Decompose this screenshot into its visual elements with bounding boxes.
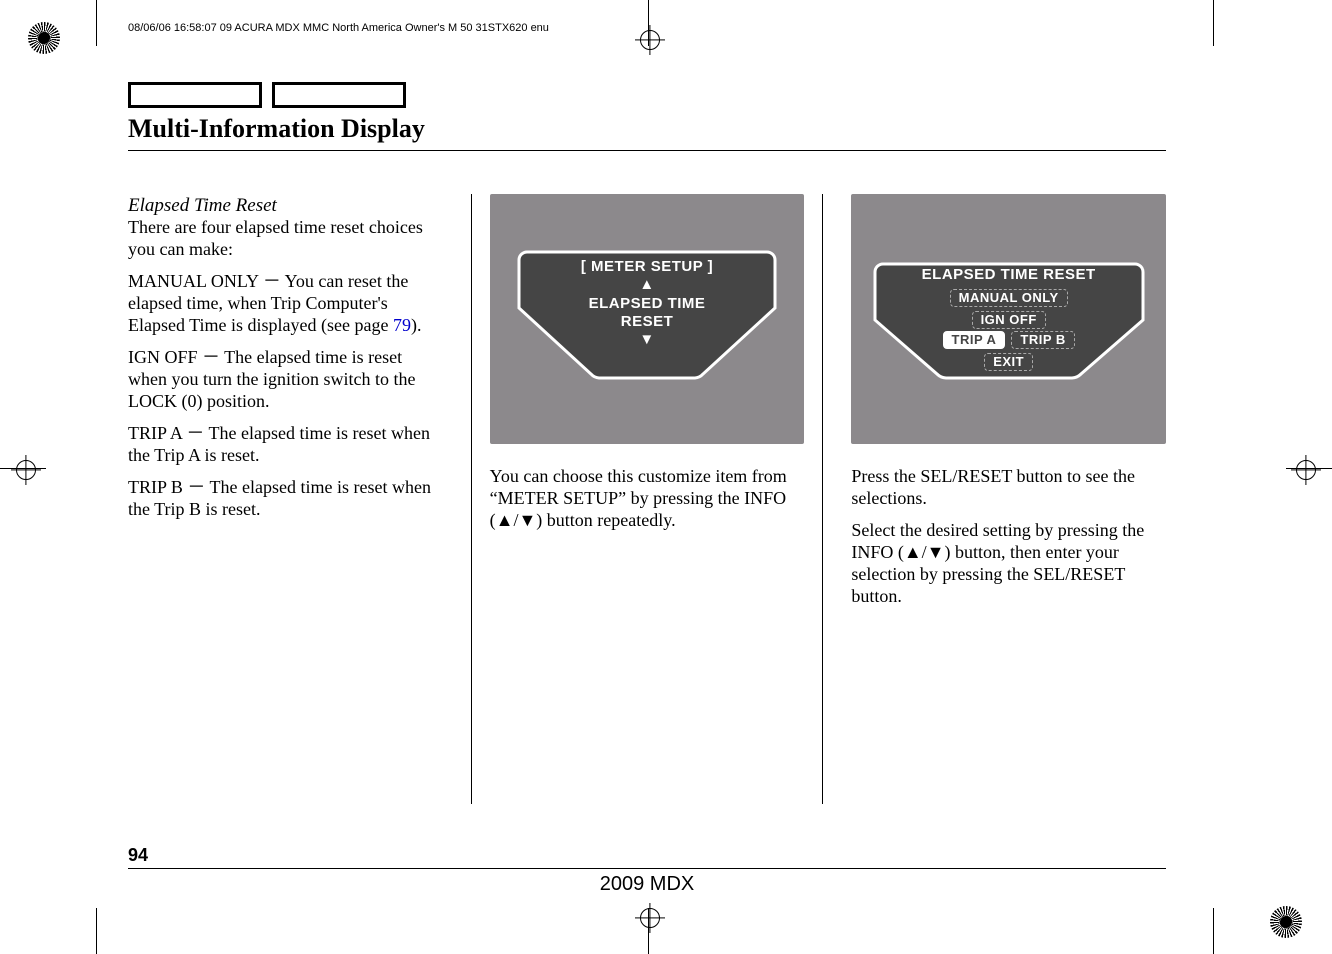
up-arrow-icon: ▲ <box>517 276 777 294</box>
menu-opt-ign-off: IGN OFF <box>972 311 1046 329</box>
page-number: 94 <box>128 845 148 866</box>
menu-title: ELAPSED TIME RESET <box>873 266 1145 284</box>
subheading-elapsed-time-reset: Elapsed Time Reset <box>128 194 443 217</box>
column-middle: [ METER SETUP ] ▲ ELAPSED TIME RESET ▼ Y… <box>471 194 824 804</box>
chapter-tab-box <box>128 82 262 108</box>
page-link-79[interactable]: 79 <box>393 315 411 335</box>
manual-only-para: MANUAL ONLY － You can reset the elapsed … <box>128 271 443 337</box>
crop-mark <box>96 0 97 46</box>
crosshair-icon <box>640 30 660 50</box>
menu-opt-trip-b: TRIP B <box>1011 331 1074 349</box>
mid-caption: You can choose this customize item from … <box>490 466 805 532</box>
mid-screen-line-2: ELAPSED TIME <box>517 295 777 313</box>
title-underline <box>128 150 1166 151</box>
registration-mark-icon <box>1270 906 1302 938</box>
menu-opt-trip-a-selected: TRIP A <box>943 331 1006 349</box>
crop-mark <box>1213 0 1214 46</box>
mid-screen-figure: [ METER SETUP ] ▲ ELAPSED TIME RESET ▼ <box>490 194 805 444</box>
chapter-tab-box <box>272 82 406 108</box>
manual-only-text-end: ). <box>411 315 422 335</box>
crosshair-icon <box>640 908 660 928</box>
crosshair-icon <box>16 460 36 480</box>
ign-off-para: IGN OFF － The elapsed time is reset when… <box>128 347 443 413</box>
right-caption-2: Select the desired setting by pressing t… <box>851 520 1166 608</box>
menu-screen-figure: ELAPSED TIME RESET MANUAL ONLY IGN OFF T… <box>851 194 1166 444</box>
mid-screen-line-3: RESET <box>517 313 777 331</box>
trip-b-para: TRIP B － The elapsed time is reset when … <box>128 477 443 521</box>
trip-a-para: TRIP A － The elapsed time is reset when … <box>128 423 443 467</box>
registration-mark-icon <box>28 22 60 54</box>
down-arrow-icon: ▼ <box>517 331 777 349</box>
mid-screen-line-1: [ METER SETUP ] <box>517 258 777 276</box>
crop-mark <box>96 908 97 954</box>
doc-header-meta: 08/06/06 16:58:07 09 ACURA MDX MMC North… <box>128 22 549 34</box>
column-left: Elapsed Time Reset There are four elapse… <box>128 194 451 804</box>
footer-model: 2009 MDX <box>128 868 1166 896</box>
intro-para: There are four elapsed time reset choice… <box>128 217 443 261</box>
column-right: ELAPSED TIME RESET MANUAL ONLY IGN OFF T… <box>843 194 1166 804</box>
menu-opt-manual-only: MANUAL ONLY <box>950 289 1068 307</box>
menu-opt-exit: EXIT <box>984 353 1033 371</box>
page-title: Multi-Information Display <box>128 114 1166 144</box>
crop-mark <box>1213 908 1214 954</box>
right-caption-1: Press the SEL/RESET button to see the se… <box>851 466 1166 510</box>
crosshair-icon <box>1296 460 1316 480</box>
manual-only-text: MANUAL ONLY － You can reset the elapsed … <box>128 271 408 335</box>
